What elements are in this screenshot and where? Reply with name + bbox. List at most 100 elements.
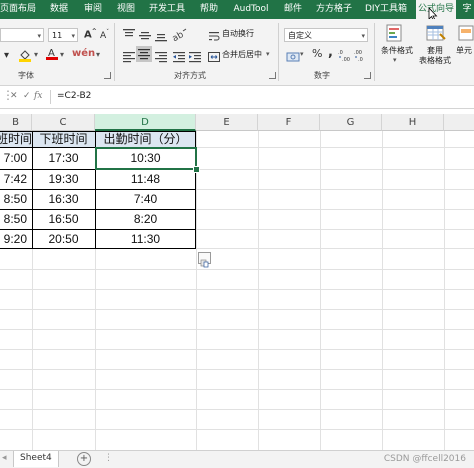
- tab-overflow[interactable]: 字: [460, 0, 474, 19]
- cell-d3[interactable]: 11:48: [95, 172, 196, 186]
- align-center-icon[interactable]: [136, 46, 152, 62]
- cell-b2[interactable]: 7:00: [0, 151, 27, 165]
- enter-icon[interactable]: ✓: [23, 91, 31, 101]
- tab-audtool[interactable]: AudTool: [230, 0, 272, 19]
- cell-c4[interactable]: 16:30: [32, 192, 95, 206]
- alignment-dialog-launcher-icon[interactable]: [269, 72, 276, 79]
- svg-text:.00: .00: [354, 50, 362, 56]
- cell-c2[interactable]: 17:30: [32, 151, 95, 165]
- cell-b3[interactable]: 7:42: [0, 172, 27, 186]
- svg-text:.0: .0: [338, 50, 343, 56]
- worksheet-grid[interactable]: 上班时间 下班时间 出勤时间（分） 7:00 17:30 10:30 7:42 …: [0, 131, 474, 450]
- svg-text:.00: .00: [342, 57, 350, 62]
- comma-style-button[interactable]: ,: [328, 45, 333, 60]
- cell-d5[interactable]: 8:20: [95, 212, 196, 226]
- cell-d6[interactable]: 11:30: [95, 232, 196, 246]
- merge-center-dropdown-icon[interactable]: ▾: [266, 50, 270, 58]
- table-format-label-1[interactable]: 套用: [420, 46, 450, 56]
- column-header-e[interactable]: E: [196, 114, 258, 131]
- orientation-icon[interactable]: ab: [171, 27, 188, 46]
- tab-diy-toolbox[interactable]: DIY工具箱: [362, 0, 410, 19]
- merge-center-button[interactable]: 合并后居中: [222, 49, 262, 60]
- decrease-decimal-icon[interactable]: .00.0: [354, 47, 368, 66]
- font-color-icon[interactable]: A: [46, 46, 58, 61]
- cell-b4[interactable]: 8:50: [0, 192, 27, 206]
- font-name-combo[interactable]: ▾: [0, 28, 44, 42]
- wrap-text-icon[interactable]: [208, 27, 220, 46]
- number-dialog-launcher-icon[interactable]: [364, 72, 371, 79]
- column-header-next[interactable]: [444, 114, 474, 131]
- font-size-combo[interactable]: 11 ▾: [48, 28, 78, 42]
- percent-style-button[interactable]: %: [312, 47, 322, 60]
- cell-c3[interactable]: 19:30: [32, 172, 95, 186]
- conditional-format-dropdown-icon[interactable]: ▾: [393, 56, 397, 64]
- decrease-font-icon[interactable]: Aˇ: [100, 29, 109, 41]
- conditional-format-icon[interactable]: [386, 24, 406, 48]
- table-border: [0, 189, 196, 190]
- column-header-g[interactable]: G: [320, 114, 382, 131]
- insert-function-icon[interactable]: fx: [34, 91, 42, 101]
- tab-help[interactable]: 帮助: [196, 0, 222, 19]
- number-format-combo[interactable]: 自定义 ▾: [284, 28, 368, 42]
- font-color-dropdown-icon[interactable]: ▾: [60, 50, 64, 59]
- cell-style-icon[interactable]: [458, 24, 474, 48]
- cell-b1[interactable]: 上班时间: [0, 131, 32, 148]
- formula-bar: ⋮ ✕ ✓ fx =C2-B2: [0, 86, 474, 109]
- tab-mail[interactable]: 邮件: [280, 0, 306, 19]
- font-dialog-launcher-icon[interactable]: [104, 72, 111, 79]
- cell-style-button[interactable]: 单元: [456, 46, 474, 56]
- align-top-icon[interactable]: [122, 27, 136, 46]
- align-middle-icon[interactable]: [138, 27, 152, 46]
- fill-handle[interactable]: [193, 166, 200, 173]
- tab-review[interactable]: 审阅: [80, 0, 106, 19]
- increase-indent-icon[interactable]: [188, 48, 202, 67]
- sheet-tab-sheet4[interactable]: Sheet4: [14, 451, 59, 467]
- tab-view[interactable]: 视图: [113, 0, 139, 19]
- gridline: [0, 369, 474, 370]
- increase-font-icon[interactable]: A^: [84, 28, 97, 40]
- align-right-icon[interactable]: [154, 48, 168, 67]
- formula-input[interactable]: =C2-B2: [57, 91, 91, 101]
- fill-color-icon[interactable]: [18, 47, 32, 62]
- cell-c5[interactable]: 16:50: [32, 212, 95, 226]
- column-header-f[interactable]: F: [258, 114, 320, 131]
- tab-page-layout[interactable]: 页面布局: [0, 0, 36, 19]
- table-format-icon[interactable]: [426, 24, 446, 48]
- accounting-format-icon[interactable]: [286, 48, 300, 67]
- tab-fangfang[interactable]: 方方格子: [313, 0, 355, 19]
- cancel-icon[interactable]: ✕: [10, 91, 18, 101]
- phonetic-icon[interactable]: wén: [72, 48, 95, 59]
- sheet-tab-bar: ◂ Sheet4 + ⋮ CSDN @ffcell2016: [0, 450, 474, 468]
- conditional-format-button[interactable]: 条件格式: [380, 46, 414, 56]
- column-header-b[interactable]: B: [0, 114, 32, 131]
- add-sheet-button[interactable]: +: [77, 452, 91, 466]
- column-header-d[interactable]: D: [95, 114, 196, 131]
- sheet-scroll-icon[interactable]: ◂: [0, 451, 14, 467]
- merge-center-icon[interactable]: [208, 48, 220, 67]
- phonetic-dropdown-icon[interactable]: ▾: [96, 50, 100, 59]
- wrap-text-button[interactable]: 自动换行: [222, 28, 254, 39]
- decrease-indent-icon[interactable]: [172, 48, 186, 67]
- sheet-tab-more-icon[interactable]: ⋮: [98, 451, 119, 467]
- cell-d4[interactable]: 7:40: [95, 192, 196, 206]
- cell-c6[interactable]: 20:50: [32, 232, 95, 246]
- tab-developer[interactable]: 开发工具: [146, 0, 188, 19]
- column-header-c[interactable]: C: [32, 114, 95, 131]
- borders-icon[interactable]: ▾: [4, 50, 9, 61]
- table-format-label-2[interactable]: 表格格式: [416, 56, 454, 66]
- gridline: [320, 131, 321, 450]
- paste-options-icon[interactable]: [198, 252, 211, 268]
- cell-c1[interactable]: 下班时间: [32, 131, 95, 148]
- align-left-icon[interactable]: [122, 48, 136, 67]
- cell-b5[interactable]: 8:50: [0, 212, 27, 226]
- increase-decimal-icon[interactable]: .0.00: [338, 47, 352, 66]
- accounting-dropdown-icon[interactable]: ▾: [300, 50, 304, 58]
- gridline: [0, 389, 474, 390]
- column-header-h[interactable]: H: [382, 114, 444, 131]
- tab-data[interactable]: 数据: [46, 0, 72, 19]
- fill-color-dropdown-icon[interactable]: ▾: [34, 50, 38, 59]
- watermark-text: CSDN @ffcell2016: [383, 454, 466, 464]
- align-bottom-icon[interactable]: [154, 27, 168, 46]
- cell-b6[interactable]: 9:20: [0, 232, 27, 246]
- cell-d1[interactable]: 出勤时间（分）: [95, 131, 196, 148]
